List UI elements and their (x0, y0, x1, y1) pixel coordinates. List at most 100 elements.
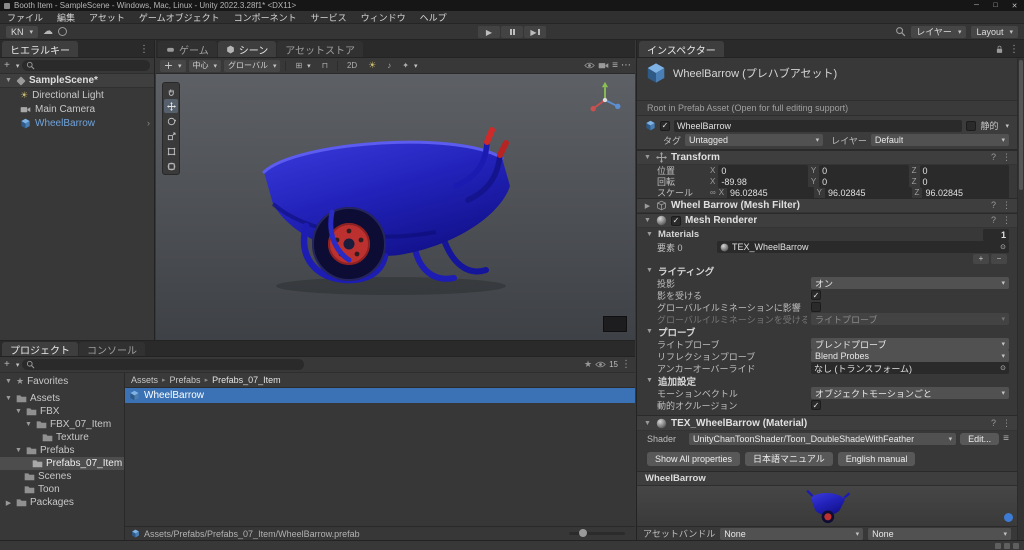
show-all-properties-button[interactable]: Show All properties (647, 451, 741, 466)
thumbnail-zoom-slider[interactable] (569, 529, 625, 537)
materials-foldout[interactable]: ▼ Materials 1 (637, 228, 1017, 241)
snap-toggle[interactable]: ⊓ (318, 60, 332, 72)
play-button[interactable]: ▶ (478, 26, 500, 38)
tab-project[interactable]: プロジェクト (2, 342, 78, 357)
breadcrumb-assets[interactable]: Assets (131, 375, 158, 385)
lock-icon[interactable] (995, 45, 1004, 54)
asset-bundle-dropdown[interactable]: None ▾ (720, 527, 864, 540)
minimize-button[interactable]: ─ (969, 2, 984, 9)
menu-file[interactable]: ファイル (0, 11, 50, 24)
hierarchy-scene-row[interactable]: ▼ SampleScene* (0, 74, 154, 88)
rotate-tool-button[interactable] (164, 114, 178, 128)
tree-texture[interactable]: Texture (0, 431, 124, 444)
hidden-packages-icon[interactable] (595, 359, 606, 370)
foldout-icon[interactable]: ▶ (643, 202, 652, 210)
pivot-dropdown[interactable]: 中心 ▾ (188, 59, 222, 72)
breadcrumb-current[interactable]: Prefabs_07_Item (212, 375, 281, 385)
scale-y-field[interactable]: 96.02845 (824, 186, 912, 199)
tab-asset-store[interactable]: アセットストア (277, 41, 364, 57)
component-menu-icon[interactable]: ⋮ (1002, 152, 1011, 163)
rotation-y-field[interactable]: 0 (819, 175, 909, 188)
static-checkbox[interactable] (966, 120, 977, 131)
help-icon[interactable]: ? (991, 418, 996, 429)
step-button[interactable]: ▶ (524, 26, 546, 38)
hierarchy-item-wheelbarrow[interactable]: WheelBarrow › (0, 116, 154, 130)
effects-dropdown[interactable]: ✦ ▾ (398, 60, 421, 72)
scale-link-icon[interactable]: ∞ (710, 188, 716, 197)
scene-camera-icon[interactable] (598, 60, 609, 71)
receive-shadows-checkbox[interactable]: ✓ (811, 290, 821, 300)
static-caret-icon[interactable]: ▾ (1002, 122, 1009, 130)
breadcrumb-prefabs[interactable]: Prefabs (170, 375, 201, 385)
tool-settings-dropdown[interactable]: ▾ (160, 59, 186, 72)
foldout-icon[interactable]: ▼ (4, 378, 13, 385)
foldout-icon[interactable]: ▼ (24, 421, 33, 428)
additional-settings-foldout[interactable]: ▼ 追加設定 (637, 374, 1017, 388)
menu-component[interactable]: コンポーネント (227, 11, 304, 24)
tab-hierarchy[interactable]: ヒエラルキー (2, 41, 78, 57)
gameobject-name-field[interactable]: WheelBarrow (674, 119, 963, 132)
menu-gameobject[interactable]: ゲームオブジェクト (132, 11, 227, 24)
object-picker-icon[interactable]: ⊙ (997, 243, 1006, 251)
foldout-icon[interactable]: ▼ (643, 420, 652, 427)
asset-grid-empty[interactable] (125, 403, 635, 526)
english-manual-button[interactable]: English manual (837, 451, 916, 466)
menu-help[interactable]: ヘルプ (413, 11, 454, 24)
tag-dropdown[interactable]: Untagged ▾ (685, 134, 824, 146)
foldout-icon[interactable]: ▼ (643, 217, 652, 224)
tree-prefabs-07-item[interactable]: Prefabs_07_Item (0, 457, 124, 470)
orientation-dropdown[interactable]: グローバル ▾ (224, 59, 281, 72)
status-activity-icon[interactable] (1004, 542, 1010, 549)
shader-dropdown[interactable]: UnityChanToonShader/Toon_DoubleShadeWith… (689, 432, 957, 445)
layers-dropdown[interactable]: レイヤー ▾ (911, 25, 967, 38)
japanese-manual-button[interactable]: 日本語マニュアル (745, 451, 833, 466)
help-icon[interactable]: ? (991, 215, 996, 226)
dynamic-occlusion-checkbox[interactable]: ✓ (811, 400, 821, 410)
gizmos-menu-icon[interactable]: ≡ (612, 60, 618, 71)
account-dropdown[interactable]: KN ▾ (6, 25, 39, 38)
panel-menu-icon[interactable]: ⋮ (139, 44, 149, 55)
tab-inspector[interactable]: インスペクター (639, 41, 724, 57)
reflection-probes-dropdown[interactable]: Blend Probes ▾ (811, 350, 1009, 362)
foldout-icon[interactable]: ▼ (643, 154, 652, 161)
tree-scenes[interactable]: Scenes (0, 470, 124, 483)
foldout-icon[interactable]: ▼ (14, 447, 23, 454)
tree-fbx[interactable]: ▼ FBX (0, 405, 124, 418)
gi-contribute-checkbox[interactable] (811, 302, 821, 312)
tree-assets[interactable]: ▼ Assets (0, 392, 124, 405)
help-icon[interactable]: ? (991, 200, 996, 211)
tab-console[interactable]: コンソール (79, 342, 145, 357)
motion-vectors-dropdown[interactable]: オブジェクトモーションごと ▾ (811, 387, 1009, 399)
tab-game[interactable]: ゲーム (158, 41, 217, 57)
active-checkbox[interactable]: ✓ (660, 120, 670, 131)
component-menu-icon[interactable]: ⋮ (1002, 418, 1011, 429)
object-picker-icon[interactable]: ⊙ (997, 364, 1006, 372)
scene-more-icon[interactable]: ⋯ (621, 60, 631, 71)
shader-menu-icon[interactable]: ≡ (1003, 433, 1009, 444)
shader-edit-button[interactable]: Edit... (960, 432, 1000, 445)
scene-viewport[interactable] (156, 74, 635, 340)
foldout-icon[interactable]: ▼ (4, 77, 13, 84)
tree-fbx-07-item[interactable]: ▼ FBX_07_Item (0, 418, 124, 431)
tree-toon[interactable]: Toon (0, 483, 124, 496)
menu-assets[interactable]: アセット (82, 11, 132, 24)
tree-favorites[interactable]: ▼ ★ Favorites (0, 375, 124, 388)
position-y-field[interactable]: 0 (819, 164, 909, 177)
tree-prefabs[interactable]: ▼ Prefabs (0, 444, 124, 457)
component-menu-icon[interactable]: ⋮ (1002, 200, 1011, 211)
material-component-header[interactable]: ▼ TEX_WheelBarrow (Material) ? ⋮ (637, 415, 1017, 431)
probes-foldout[interactable]: ▼ プローブ (637, 325, 1017, 339)
create-asset-button[interactable]: + (4, 359, 10, 370)
rotation-x-field[interactable]: -89.98 (718, 175, 808, 188)
project-search-input[interactable] (22, 359, 305, 370)
component-enabled-checkbox[interactable]: ✓ (671, 215, 681, 226)
component-menu-icon[interactable]: ⋮ (1002, 215, 1011, 226)
services-icon[interactable] (58, 27, 68, 36)
menu-window[interactable]: ウィンドウ (354, 11, 413, 24)
position-x-field[interactable]: 0 (718, 164, 808, 177)
close-button[interactable]: ✕ (1007, 2, 1022, 10)
visibility-icon[interactable] (584, 60, 595, 71)
foldout-icon[interactable]: ▼ (14, 408, 23, 415)
paint-bucket-icon[interactable] (1004, 513, 1013, 522)
lighting-foldout[interactable]: ▼ ライティング (637, 264, 1017, 278)
